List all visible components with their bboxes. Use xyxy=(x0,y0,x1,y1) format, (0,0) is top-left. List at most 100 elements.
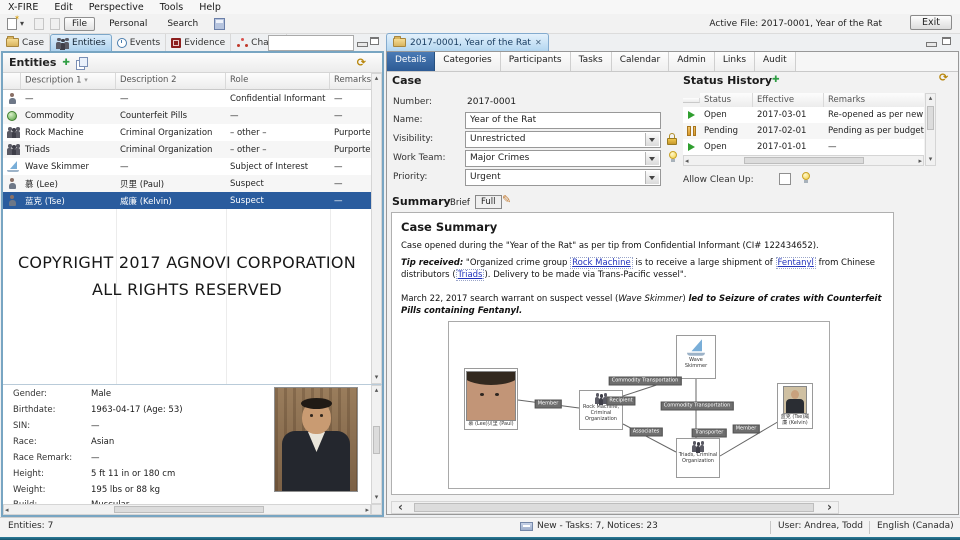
dropdown-arrow-icon[interactable] xyxy=(645,133,659,146)
field-value: 5 ft 11 in or 180 cm xyxy=(91,469,176,479)
table-vertical-scrollbar[interactable]: ▴ ▾ xyxy=(371,73,382,384)
scroll-down-icon[interactable]: ▾ xyxy=(372,373,381,382)
menu-item-edit[interactable]: Edit xyxy=(46,2,80,13)
table-row[interactable]: Triads Criminal Organization – other – P… xyxy=(3,141,371,158)
add-status-icon[interactable] xyxy=(772,75,780,85)
left-horizontal-scrollbar[interactable]: ◂ ▸ xyxy=(3,504,371,515)
name-input[interactable]: Year of the Rat xyxy=(465,112,661,129)
scroll-down-icon[interactable]: ▾ xyxy=(372,493,381,502)
case-document-tab[interactable]: 2017-0001, Year of the Rat xyxy=(386,33,549,51)
cell-remarks: — xyxy=(334,195,343,206)
new-file-icon[interactable] xyxy=(7,14,20,30)
tab-calendar[interactable]: Calendar xyxy=(611,52,670,71)
details-vertical-scrollbar[interactable]: ▴ ▾ xyxy=(371,385,382,504)
triads-link[interactable]: Triads xyxy=(455,268,485,281)
edit-summary-icon[interactable] xyxy=(502,193,511,206)
status-horizontal-scrollbar[interactable]: ◂ ▸ xyxy=(683,155,924,166)
maximize-icon[interactable] xyxy=(370,37,379,45)
scroll-up-icon[interactable]: ▴ xyxy=(372,386,381,395)
maximize-icon[interactable] xyxy=(942,37,951,45)
tab-events[interactable]: Events xyxy=(112,34,167,51)
workteam-dropdown[interactable]: Major Crimes xyxy=(465,150,661,167)
column-role[interactable]: Role xyxy=(226,73,330,90)
tab-links[interactable]: Links xyxy=(714,52,756,71)
hint-bulb-icon[interactable] xyxy=(801,172,810,184)
personal-button[interactable]: Personal xyxy=(99,18,157,30)
visibility-dropdown[interactable]: Unrestricted xyxy=(465,131,661,148)
edge-label-commodity-transportation: Commodity Transportation xyxy=(660,401,734,411)
exit-button[interactable]: Exit xyxy=(910,15,952,30)
menu-item-xfire[interactable]: X-FIRE xyxy=(0,2,46,13)
name-label: Name: xyxy=(393,115,423,125)
table-row[interactable]: Commodity Counterfeit Pills — — xyxy=(3,107,371,124)
table-row[interactable]: Rock Machine Criminal Organization – oth… xyxy=(3,124,371,141)
summary-horizontal-scrollbar[interactable]: ‹ › xyxy=(391,501,839,514)
tab-categories[interactable]: Categories xyxy=(435,52,501,71)
scroll-left-icon[interactable]: ◂ xyxy=(685,157,689,166)
table-row[interactable]: Wave Skimmer — Subject of Interest — xyxy=(3,158,371,175)
tab-admin[interactable]: Admin xyxy=(669,52,715,71)
allow-clean-up-checkbox[interactable] xyxy=(779,173,791,185)
status-vertical-scrollbar[interactable]: ▴ ▾ xyxy=(925,93,936,166)
column-description1[interactable]: Description 1 xyxy=(21,73,116,90)
rock-machine-link[interactable]: Rock Machine xyxy=(570,257,633,269)
refresh-icon[interactable] xyxy=(357,56,366,69)
dropdown-arrow-icon[interactable] xyxy=(645,152,659,165)
scrollbar-thumb[interactable] xyxy=(744,157,864,164)
priority-dropdown[interactable]: Urgent xyxy=(465,169,661,186)
scrollbar-thumb[interactable] xyxy=(114,506,264,513)
tab-case[interactable]: Case xyxy=(1,34,51,51)
tab-participants[interactable]: Participants xyxy=(500,52,571,71)
tab-entities[interactable]: Entities xyxy=(50,34,112,51)
refresh-icon[interactable] xyxy=(939,71,948,84)
tab-details[interactable]: Details xyxy=(387,52,436,71)
scrollbar-thumb[interactable] xyxy=(927,106,934,130)
copy-entity-icon[interactable] xyxy=(75,57,88,70)
tab-audit[interactable]: Audit xyxy=(755,52,796,71)
close-icon[interactable] xyxy=(535,38,542,48)
table-row[interactable]: — — Confidential Informant — xyxy=(3,90,371,107)
status-row[interactable]: Pending 2017-02-01 Pending as per budget xyxy=(683,123,924,139)
hint-bulb-icon[interactable] xyxy=(668,151,677,163)
summary-text: ). Delivery to be made via Trans-Pacific… xyxy=(484,269,687,280)
scroll-up-icon[interactable]: ▴ xyxy=(926,94,935,103)
status-row[interactable]: Open 2017-01-01 — xyxy=(683,139,924,155)
status-row[interactable]: Open 2017-03-01 Re-opened as per new xyxy=(683,107,924,123)
new-file-dropdown-icon[interactable] xyxy=(20,19,24,29)
column-status[interactable]: Status xyxy=(700,92,753,108)
menu-item-help[interactable]: Help xyxy=(191,2,229,13)
scroll-right-icon[interactable]: ▸ xyxy=(365,506,369,515)
tab-evidence[interactable]: Evidence xyxy=(166,34,232,51)
scrollbar-thumb[interactable] xyxy=(414,503,814,512)
minimize-icon[interactable] xyxy=(926,42,937,47)
minimize-icon[interactable] xyxy=(357,42,368,47)
scroll-right-icon[interactable]: ▸ xyxy=(918,157,922,166)
column-icon[interactable] xyxy=(3,73,21,90)
fentanyl-link[interactable]: Fentanyl xyxy=(775,257,816,269)
menu-item-tools[interactable]: Tools xyxy=(152,2,191,13)
tasks-notices[interactable]: New - Tasks: 7, Notices: 23 xyxy=(520,521,658,531)
brief-button[interactable]: Brief xyxy=(450,198,470,208)
column-remarks[interactable]: Remarks xyxy=(824,92,924,108)
scroll-left-icon[interactable]: ◂ xyxy=(5,506,9,515)
cell-description2: 贝里 (Paul) xyxy=(120,179,165,190)
tab-filter-box[interactable] xyxy=(268,35,354,51)
table-row-selected[interactable]: 蓝克 (Tse) 威廉 (Kelvin) Suspect — xyxy=(3,192,371,209)
scroll-right-icon[interactable]: › xyxy=(827,501,832,513)
tab-tasks[interactable]: Tasks xyxy=(570,52,612,71)
column-description2[interactable]: Description 2 xyxy=(116,73,226,90)
search-button[interactable]: Search xyxy=(157,18,208,30)
dropdown-arrow-icon[interactable] xyxy=(645,171,659,184)
menu-item-perspective[interactable]: Perspective xyxy=(81,2,152,13)
full-button[interactable]: Full xyxy=(475,195,502,209)
file-button[interactable]: File xyxy=(64,16,96,31)
column-remarks[interactable]: Remarks xyxy=(330,73,371,90)
column-effective[interactable]: Effective xyxy=(753,92,824,108)
scroll-down-icon[interactable]: ▾ xyxy=(926,155,935,164)
scrollbar-thumb[interactable] xyxy=(373,426,380,454)
table-row[interactable]: 慕 (Lee) 贝里 (Paul) Suspect — xyxy=(3,175,371,192)
scroll-up-icon[interactable]: ▴ xyxy=(372,74,381,83)
scroll-left-icon[interactable]: ‹ xyxy=(398,501,403,513)
add-entity-icon[interactable] xyxy=(62,58,70,68)
report-icon[interactable] xyxy=(214,17,226,30)
